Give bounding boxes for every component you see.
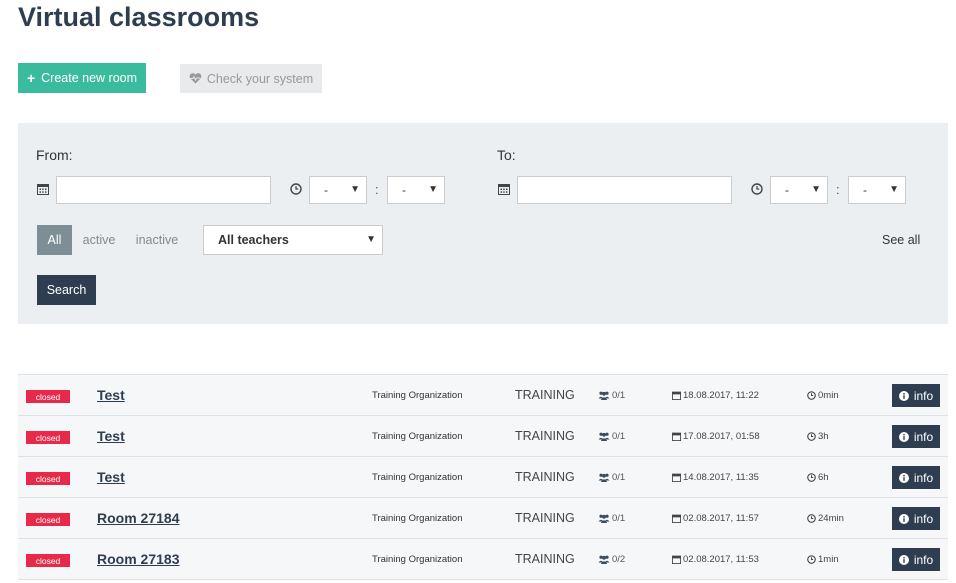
status-badge: closed bbox=[26, 554, 70, 567]
status-badge: closed bbox=[26, 513, 70, 526]
room-type: TRAINING bbox=[515, 470, 575, 484]
heartbeat-icon bbox=[189, 73, 202, 84]
organization: Training Organization bbox=[372, 390, 463, 401]
info-circle-icon bbox=[898, 390, 909, 401]
caret-down-icon: ▼ bbox=[428, 184, 438, 195]
users-icon bbox=[598, 514, 610, 523]
room-type: TRAINING bbox=[515, 511, 575, 525]
info-button[interactable]: info bbox=[892, 466, 940, 489]
status-filter-active[interactable]: active bbox=[78, 225, 120, 255]
organization: Training Organization bbox=[372, 431, 463, 442]
to-label: To: bbox=[497, 147, 516, 163]
duration: 3h bbox=[807, 431, 829, 442]
organization: Training Organization bbox=[372, 513, 463, 524]
create-room-label: Create new room bbox=[41, 71, 138, 85]
info-button[interactable]: info bbox=[892, 425, 940, 448]
participants: 0/1 bbox=[598, 513, 625, 524]
info-circle-icon bbox=[898, 513, 909, 524]
participants: 0/1 bbox=[598, 390, 625, 401]
table-row: closed Room 27183 Training Organization … bbox=[18, 538, 948, 580]
status-filter-all[interactable]: All bbox=[37, 225, 72, 255]
status-badge: closed bbox=[26, 472, 70, 485]
status-filter-inactive[interactable]: inactive bbox=[130, 225, 184, 255]
duration: 24min bbox=[807, 513, 844, 524]
status-badge: closed bbox=[26, 390, 70, 403]
clock-icon bbox=[807, 514, 816, 523]
from-label: From: bbox=[36, 147, 73, 163]
search-button[interactable]: Search bbox=[37, 275, 96, 305]
calendar-icon bbox=[672, 514, 681, 523]
caret-down-icon: ▼ bbox=[811, 184, 821, 195]
clock-icon bbox=[807, 391, 816, 400]
duration: 1min bbox=[807, 554, 839, 565]
to-hour-select[interactable]: - ▼ bbox=[770, 176, 828, 204]
calendar-icon bbox=[672, 473, 681, 482]
time-separator: : bbox=[836, 182, 840, 197]
start-date: 17.08.2017, 01:58 bbox=[672, 431, 760, 442]
duration: 6h bbox=[807, 472, 829, 483]
participants: 0/1 bbox=[598, 431, 625, 442]
duration: 0min bbox=[807, 390, 839, 401]
room-name-link[interactable]: Room 27183 bbox=[97, 551, 179, 567]
info-button[interactable]: info bbox=[892, 384, 940, 407]
room-name-link[interactable]: Test bbox=[97, 387, 125, 403]
organization: Training Organization bbox=[372, 554, 463, 565]
see-all-link[interactable]: See all bbox=[882, 233, 920, 247]
filter-panel: From: To: - ▼ : - ▼ - ▼ : - ▼ All active ina… bbox=[18, 123, 948, 324]
calendar-icon bbox=[672, 391, 681, 400]
room-name-link[interactable]: Test bbox=[97, 428, 125, 444]
info-button[interactable]: info bbox=[892, 548, 940, 571]
check-system-button[interactable]: Check your system bbox=[180, 64, 322, 93]
clock-icon bbox=[807, 432, 816, 441]
info-circle-icon bbox=[898, 431, 909, 442]
table-row: closed Test Training Organization TRAINI… bbox=[18, 415, 948, 456]
caret-down-icon: ▼ bbox=[366, 234, 376, 245]
check-system-label: Check your system bbox=[206, 71, 314, 86]
room-name-link[interactable]: Test bbox=[97, 469, 125, 485]
room-type: TRAINING bbox=[515, 429, 575, 443]
from-minute-select[interactable]: - ▼ bbox=[387, 176, 445, 204]
info-circle-icon bbox=[898, 472, 909, 483]
from-date-input[interactable] bbox=[56, 176, 271, 204]
room-type: TRAINING bbox=[515, 388, 575, 402]
users-icon bbox=[598, 432, 610, 441]
create-room-button[interactable]: + Create new room bbox=[18, 63, 146, 93]
room-name-link[interactable]: Room 27184 bbox=[97, 510, 179, 526]
room-type: TRAINING bbox=[515, 552, 575, 566]
time-separator: : bbox=[375, 182, 379, 197]
room-list: closed Test Training Organization TRAINI… bbox=[18, 374, 948, 580]
to-minute-select[interactable]: - ▼ bbox=[848, 176, 906, 204]
start-date: 18.08.2017, 11:22 bbox=[672, 390, 759, 401]
clock-icon bbox=[290, 183, 302, 195]
calendar-icon bbox=[672, 555, 681, 564]
clock-icon bbox=[807, 555, 816, 564]
to-date-input[interactable] bbox=[517, 176, 732, 204]
start-date: 02.08.2017, 11:53 bbox=[672, 554, 759, 565]
participants: 0/2 bbox=[598, 554, 625, 565]
calendar-icon bbox=[498, 184, 510, 195]
clock-icon bbox=[807, 473, 816, 482]
users-icon bbox=[598, 473, 610, 482]
table-row: closed Room 27184 Training Organization … bbox=[18, 497, 948, 538]
users-icon bbox=[598, 391, 610, 400]
participants: 0/1 bbox=[598, 472, 625, 483]
table-row: closed Test Training Organization TRAINI… bbox=[18, 456, 948, 497]
calendar-icon bbox=[672, 432, 681, 441]
teacher-select[interactable]: All teachers ▼ bbox=[203, 225, 383, 255]
calendar-icon bbox=[37, 184, 49, 195]
page-title: Virtual classrooms bbox=[18, 2, 260, 32]
info-button[interactable]: info bbox=[892, 507, 940, 530]
caret-down-icon: ▼ bbox=[889, 184, 899, 195]
users-icon bbox=[598, 555, 610, 564]
caret-down-icon: ▼ bbox=[350, 184, 360, 195]
organization: Training Organization bbox=[372, 472, 463, 483]
clock-icon bbox=[751, 183, 763, 195]
start-date: 02.08.2017, 11:57 bbox=[672, 513, 759, 524]
plus-icon: + bbox=[26, 70, 36, 86]
info-circle-icon bbox=[898, 554, 909, 565]
from-hour-select[interactable]: - ▼ bbox=[309, 176, 367, 204]
start-date: 14.08.2017, 11:35 bbox=[672, 472, 759, 483]
status-badge: closed bbox=[26, 431, 70, 444]
table-row: closed Test Training Organization TRAINI… bbox=[18, 374, 948, 415]
